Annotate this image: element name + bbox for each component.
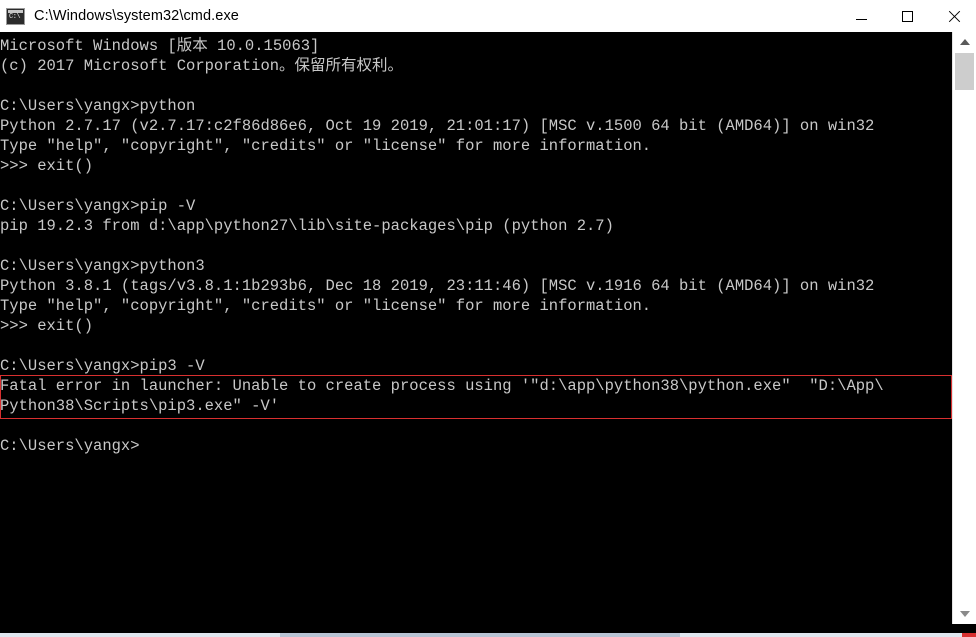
console-line: C:\Users\yangx>pip3 -V — [0, 357, 205, 375]
console-line: Python 2.7.17 (v2.7.17:c2f86d86e6, Oct 1… — [0, 117, 875, 135]
console-line: Python 3.8.1 (tags/v3.8.1:1b293b6, Dec 1… — [0, 277, 875, 295]
console-line: C:\Users\yangx>python3 — [0, 257, 205, 275]
chevron-up-icon — [959, 39, 970, 45]
minimize-button[interactable] — [838, 0, 884, 32]
console-line: Python38\Scripts\pip3.exe" -V' — [0, 397, 280, 415]
console-line: Microsoft Windows [版本 10.0.15063] — [0, 37, 320, 55]
console-line: Fatal error in launcher: Unable to creat… — [0, 377, 884, 395]
minimize-icon — [855, 18, 867, 20]
scrollbar-accent-marker — [962, 633, 976, 637]
close-icon — [947, 10, 960, 23]
vertical-scrollbar[interactable] — [952, 32, 976, 624]
console-line: Type "help", "copyright", "credits" or "… — [0, 297, 652, 315]
console-output-area[interactable]: Microsoft Windows [版本 10.0.15063] (c) 201… — [0, 32, 952, 624]
chevron-down-icon — [959, 611, 970, 617]
console-line: C:\Users\yangx>python — [0, 97, 196, 115]
close-button[interactable] — [930, 0, 976, 32]
window-title: C:\Windows\system32\cmd.exe — [34, 8, 239, 24]
console-line: (c) 2017 Microsoft Corporation。保留所有权利。 — [0, 57, 404, 75]
scroll-up-button[interactable] — [953, 32, 976, 52]
console-line: >>> exit() — [0, 317, 94, 335]
maximize-button[interactable] — [884, 0, 930, 32]
scroll-down-button[interactable] — [953, 604, 976, 624]
console-line: C:\Users\yangx>pip -V — [0, 197, 196, 215]
console-line: C:\Users\yangx> — [0, 437, 140, 455]
horizontal-scrollbar[interactable] — [0, 624, 976, 637]
console-line: pip 19.2.3 from d:\app\python27\lib\site… — [0, 217, 614, 235]
horizontal-scrollbar-thumb[interactable] — [280, 633, 680, 637]
cmd-console-icon — [6, 7, 25, 25]
console-text: Microsoft Windows [版本 10.0.15063] (c) 201… — [0, 36, 952, 456]
title-bar[interactable]: C:\Windows\system32\cmd.exe — [0, 0, 976, 32]
window-controls — [838, 0, 976, 32]
console-line: Type "help", "copyright", "credits" or "… — [0, 137, 652, 155]
console-line: >>> exit() — [0, 157, 94, 175]
maximize-icon — [901, 10, 913, 22]
vertical-scrollbar-thumb[interactable] — [955, 53, 974, 90]
cmd-window: C:\Windows\system32\cmd.exe Microsoft Wi… — [0, 0, 976, 637]
